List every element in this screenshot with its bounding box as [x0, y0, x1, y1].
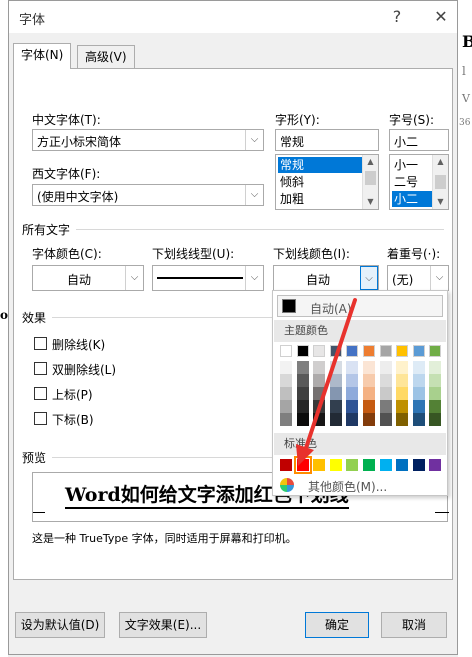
annotation-arrow-icon	[296, 298, 357, 466]
